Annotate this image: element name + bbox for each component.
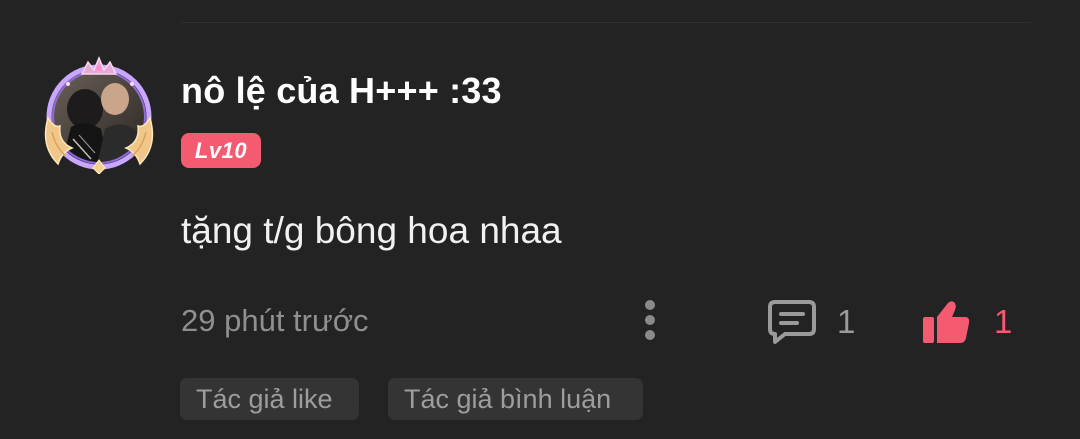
comment-icon [768, 300, 816, 344]
tag-author-liked: Tác giả like [180, 378, 359, 420]
comment-text: tặng t/g bông hoa nhaa [181, 210, 562, 251]
username[interactable]: nô lệ của H+++ :33 [181, 70, 502, 112]
like-button[interactable]: 1 [920, 294, 1012, 350]
more-options-button[interactable] [636, 296, 664, 344]
reply-button[interactable]: 1 [767, 294, 855, 350]
thumbs-up-icon [923, 301, 970, 343]
tag-author-replied: Tác giả bình luận [388, 378, 643, 420]
like-count: 1 [994, 303, 1013, 340]
crown-wings-frame-icon [44, 56, 154, 174]
avatar[interactable] [38, 56, 166, 174]
more-vertical-icon [645, 300, 655, 310]
comment-timestamp: 29 phút trước [181, 303, 369, 338]
reply-count: 1 [837, 303, 856, 340]
top-divider [181, 22, 1031, 23]
level-badge: Lv10 [181, 133, 261, 168]
